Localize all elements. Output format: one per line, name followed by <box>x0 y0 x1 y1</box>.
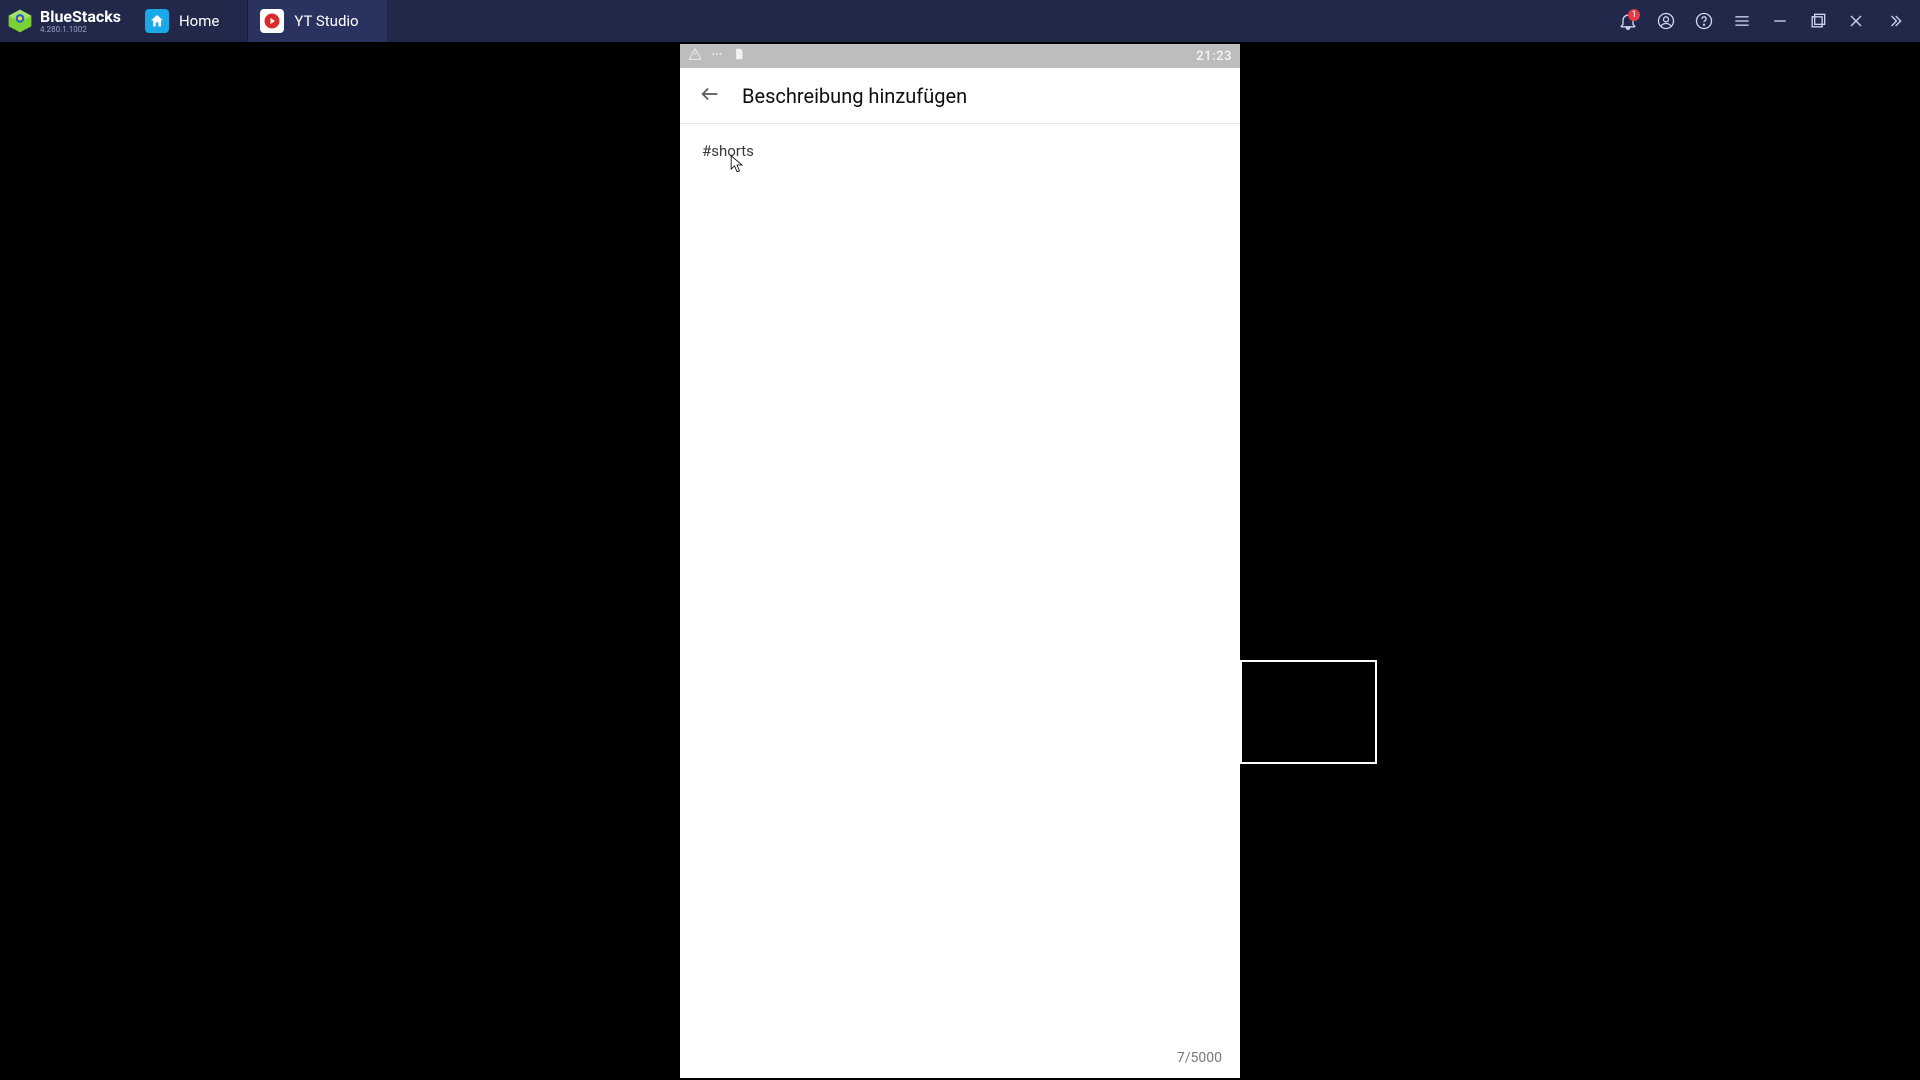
bluestacks-logo: BlueStacks 4.280.1.1002 <box>0 0 133 42</box>
bluestacks-tabs: Home YT Studio <box>133 0 388 42</box>
help-button[interactable] <box>1686 3 1722 39</box>
tab-home[interactable]: Home <box>133 0 248 42</box>
back-button[interactable] <box>694 80 726 112</box>
status-time: 21:23 <box>1196 49 1232 64</box>
page-title: Beschreibung hinzufügen <box>742 84 967 108</box>
android-app-frame: 21:23 Beschreibung hinzufügen 7/5000 <box>680 44 1240 1078</box>
expand-sidebar-button[interactable] <box>1876 3 1912 39</box>
arrow-left-icon <box>699 83 721 109</box>
bluestacks-brand-text: BlueStacks <box>40 9 121 25</box>
bluestacks-topbar: BlueStacks 4.280.1.1002 Home YT Studio 1 <box>0 0 1920 42</box>
bluestacks-logo-icon <box>6 7 34 35</box>
warning-icon <box>688 47 702 65</box>
close-button[interactable] <box>1838 3 1874 39</box>
character-counter: 7/5000 <box>1177 1050 1222 1066</box>
hamburger-menu-button[interactable] <box>1724 3 1760 39</box>
tab-home-label: Home <box>179 12 219 30</box>
more-indicator-icon <box>710 47 724 65</box>
home-icon <box>145 9 169 33</box>
sd-card-icon <box>732 47 746 65</box>
bluestacks-version-text: 4.280.1.1002 <box>40 26 121 34</box>
notification-badge: 1 <box>1628 9 1640 21</box>
tab-yt-studio[interactable]: YT Studio <box>248 0 387 42</box>
topbar-right-controls: 1 <box>1610 0 1920 42</box>
notifications-button[interactable]: 1 <box>1610 3 1646 39</box>
tab-yt-studio-label: YT Studio <box>294 12 358 30</box>
description-input[interactable] <box>702 142 1218 1060</box>
app-header: Beschreibung hinzufügen <box>680 68 1240 124</box>
account-button[interactable] <box>1648 3 1684 39</box>
android-status-bar: 21:23 <box>680 44 1240 68</box>
yt-studio-icon <box>260 9 284 33</box>
description-editor: 7/5000 <box>680 124 1240 1078</box>
app-stage: 21:23 Beschreibung hinzufügen 7/5000 <box>0 42 1920 1080</box>
minimize-button[interactable] <box>1762 3 1798 39</box>
selection-rectangle <box>1240 660 1377 764</box>
maximize-button[interactable] <box>1800 3 1836 39</box>
